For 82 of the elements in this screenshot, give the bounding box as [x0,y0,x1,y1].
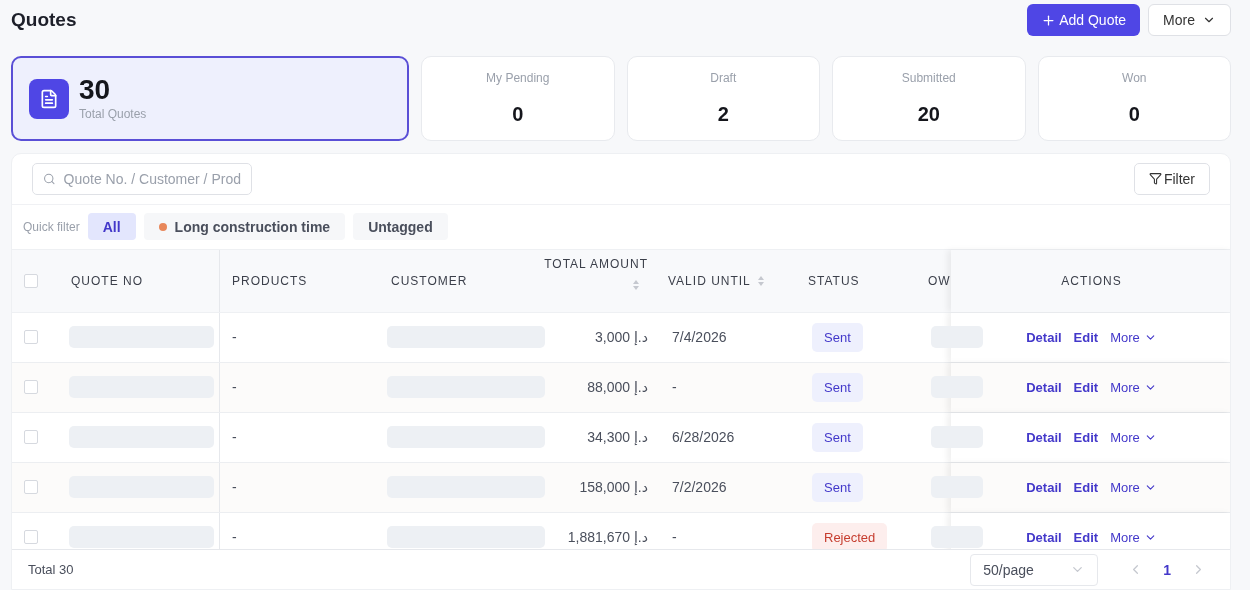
document-icon [29,78,69,119]
checkbox[interactable] [24,330,38,345]
table-cell-text: 3,000 د.إ [594,329,648,346]
search-field[interactable]: Quote No. / Customer / Prod [32,162,252,195]
total-count: Total 30 [28,562,74,578]
checkbox[interactable] [24,430,38,445]
status-badge: Sent [812,322,863,352]
column-header: PRODUCTS [232,273,308,288]
checkbox[interactable] [24,273,38,288]
column-header: OW [928,273,951,288]
detail-link[interactable]: Detail [1026,479,1062,495]
detail-link[interactable]: Detail [1026,329,1062,345]
edit-link[interactable]: Edit [1073,329,1099,345]
sort-icon[interactable] [756,274,765,287]
column-header: TOTAL AMOUNT [544,256,648,271]
filter-chip[interactable]: Long construction time [143,213,346,241]
stat-card[interactable]: My Pending 0 [421,56,615,141]
filter-button[interactable]: Filter [1133,162,1210,195]
column-header: ACTIONS [1061,273,1122,288]
table-cell-text: 88,000 د.إ [586,379,648,396]
stat-card[interactable]: 30 Total Quotes [11,56,409,141]
column-header: QUOTE NO [71,273,143,288]
stat-label: Total Quotes [79,107,147,121]
stat-value: 30 [79,76,112,104]
table-cell: - [672,379,677,396]
page-button[interactable]: 1 [1157,560,1177,579]
more-dropdown[interactable]: More [1110,529,1157,545]
filter-chip[interactable]: All [87,213,136,241]
edit-link[interactable]: Edit [1073,429,1099,445]
table-cell: - [232,429,237,446]
more-dropdown[interactable]: More [1110,429,1157,445]
table-cell: - [672,529,677,546]
table-cell: - [232,479,237,496]
table-cell-text: 1,881,670 د.إ [566,529,648,546]
stat-label: Submitted [901,71,956,85]
search-icon [43,171,56,186]
sort-icon[interactable] [632,278,640,291]
quick-filter-label: Quick filter [23,219,80,234]
table-cell: - [232,529,237,546]
checkbox[interactable] [24,530,38,545]
table-cell: 6/28/2026 [672,429,735,446]
page-size-select[interactable]: 50/page [970,553,1099,586]
detail-link[interactable]: Detail [1026,379,1062,395]
edit-link[interactable]: Edit [1073,379,1099,395]
stat-card[interactable]: Won 0 [1037,56,1231,141]
detail-link[interactable]: Detail [1026,429,1062,445]
status-badge: Sent [812,422,863,452]
table-cell: 7/4/2026 [672,329,727,346]
edit-link[interactable]: Edit [1073,479,1099,495]
filter-icon [1148,172,1162,186]
status-badge: Sent [812,472,863,502]
stat-card[interactable]: Submitted 20 [832,56,1026,141]
column-header: STATUS [808,273,860,288]
page-title: Quotes [11,9,77,31]
stat-label: Draft [710,71,737,85]
status-badge: Rejected [812,522,888,550]
table-cell-text: 158,000 د.إ [578,479,648,496]
table-cell-text: 34,300 د.إ [586,429,648,446]
filter-chip[interactable]: Untagged [353,213,448,241]
more-dropdown[interactable]: More [1110,379,1157,395]
status-badge: Sent [812,372,863,402]
stat-value: 20 [917,103,940,126]
stat-card[interactable]: Draft 2 [626,56,820,141]
table-cell: - [232,379,237,396]
table-cell: - [232,329,237,346]
stat-value: 0 [1128,103,1140,126]
edit-link[interactable]: Edit [1073,529,1099,545]
stat-label: Won [1122,71,1147,85]
add-button[interactable]: Add Quote [1027,4,1141,36]
column-header: VALID UNTIL [668,273,751,288]
plus-icon [1041,12,1057,28]
table-cell: 7/2/2026 [672,479,727,496]
column-header: CUSTOMER [391,273,468,288]
more-dropdown[interactable]: More [1110,329,1157,345]
stat-value: 0 [512,103,524,126]
stat-value: 2 [717,103,729,126]
detail-link[interactable]: Detail [1026,529,1062,545]
more-dropdown[interactable]: More [1110,479,1157,495]
checkbox[interactable] [24,380,38,395]
checkbox[interactable] [24,480,38,495]
stat-label: My Pending [486,71,550,85]
more-button[interactable]: More [1148,4,1231,36]
